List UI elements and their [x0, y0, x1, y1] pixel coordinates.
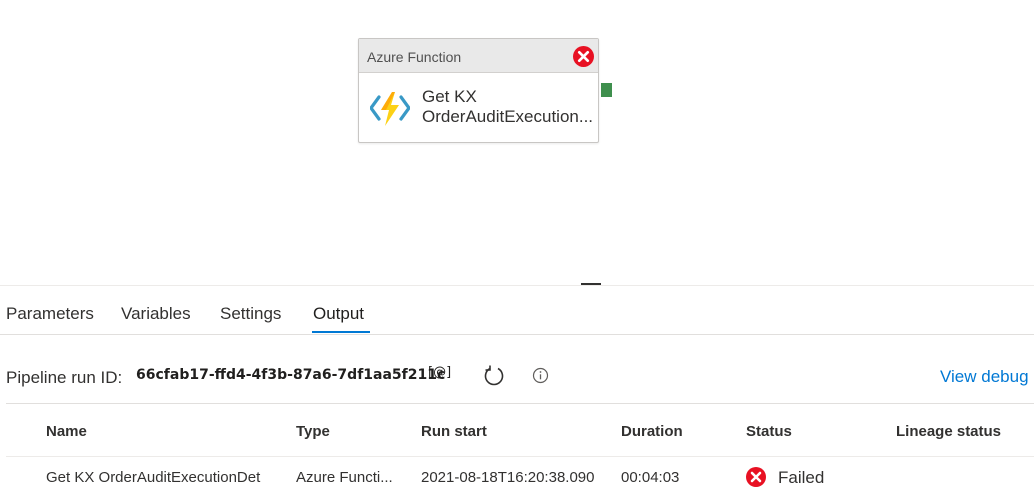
row-status[interactable]: Failed — [778, 468, 824, 488]
row-run-start: 2021-08-18T16:20:38.090 — [421, 469, 595, 486]
column-header-type[interactable]: Type — [296, 423, 330, 440]
row-activity-name[interactable]: Get KX OrderAuditExecutionDet — [46, 469, 277, 486]
column-header-run-start[interactable]: Run start — [421, 423, 487, 440]
activity-card-header: Azure Function — [359, 39, 598, 73]
info-icon[interactable] — [532, 367, 549, 384]
activity-name-line2: OrderAuditExecution... — [422, 107, 594, 126]
activity-name-line1: Get KX — [422, 87, 477, 106]
activity-type-label: Azure Function — [367, 49, 462, 65]
column-header-lineage-status[interactable]: Lineage status — [896, 423, 1001, 440]
refresh-icon[interactable] — [482, 364, 506, 388]
azure-function-icon — [370, 92, 410, 126]
activity-name: Get KX OrderAuditExecution... — [422, 87, 597, 127]
pipeline-run-id-label: Pipeline run ID: — [6, 368, 123, 387]
tabs-divider — [0, 334, 1034, 335]
tab-variables[interactable]: Variables — [121, 304, 191, 332]
properties-tabs: Parameters Variables Settings Output — [0, 296, 1034, 334]
row-activity-type: Azure Functi... — [296, 469, 393, 486]
column-header-name[interactable]: Name — [46, 423, 87, 440]
copy-run-id-button[interactable]: [@] — [428, 365, 451, 380]
column-header-status[interactable]: Status — [746, 423, 792, 440]
activity-card-body: Get KX OrderAuditExecution... — [359, 73, 598, 143]
view-debug-run-link[interactable]: View debug r — [940, 367, 1034, 387]
success-output-port[interactable] — [601, 83, 612, 97]
pipeline-run-row: Pipeline run ID: 66cfab17-ffd4-4f3b-87a6… — [0, 360, 1034, 394]
pipeline-run-id-value: 66cfab17-ffd4-4f3b-87a6-7df1aa5f211c — [136, 367, 446, 383]
table-header-divider — [6, 456, 1034, 457]
activity-card-azure-function[interactable]: Azure Function Get KX OrderAuditExecutio… — [358, 38, 599, 143]
tab-parameters[interactable]: Parameters — [6, 304, 94, 332]
tab-output[interactable]: Output — [313, 304, 364, 332]
tab-settings[interactable]: Settings — [220, 304, 281, 332]
error-icon — [573, 46, 594, 67]
active-tab-indicator — [312, 331, 370, 333]
column-header-duration[interactable]: Duration — [621, 423, 683, 440]
table-divider — [6, 403, 1034, 404]
row-duration: 00:04:03 — [621, 469, 680, 486]
panel-divider — [0, 285, 1034, 286]
failed-status-icon — [746, 467, 766, 487]
